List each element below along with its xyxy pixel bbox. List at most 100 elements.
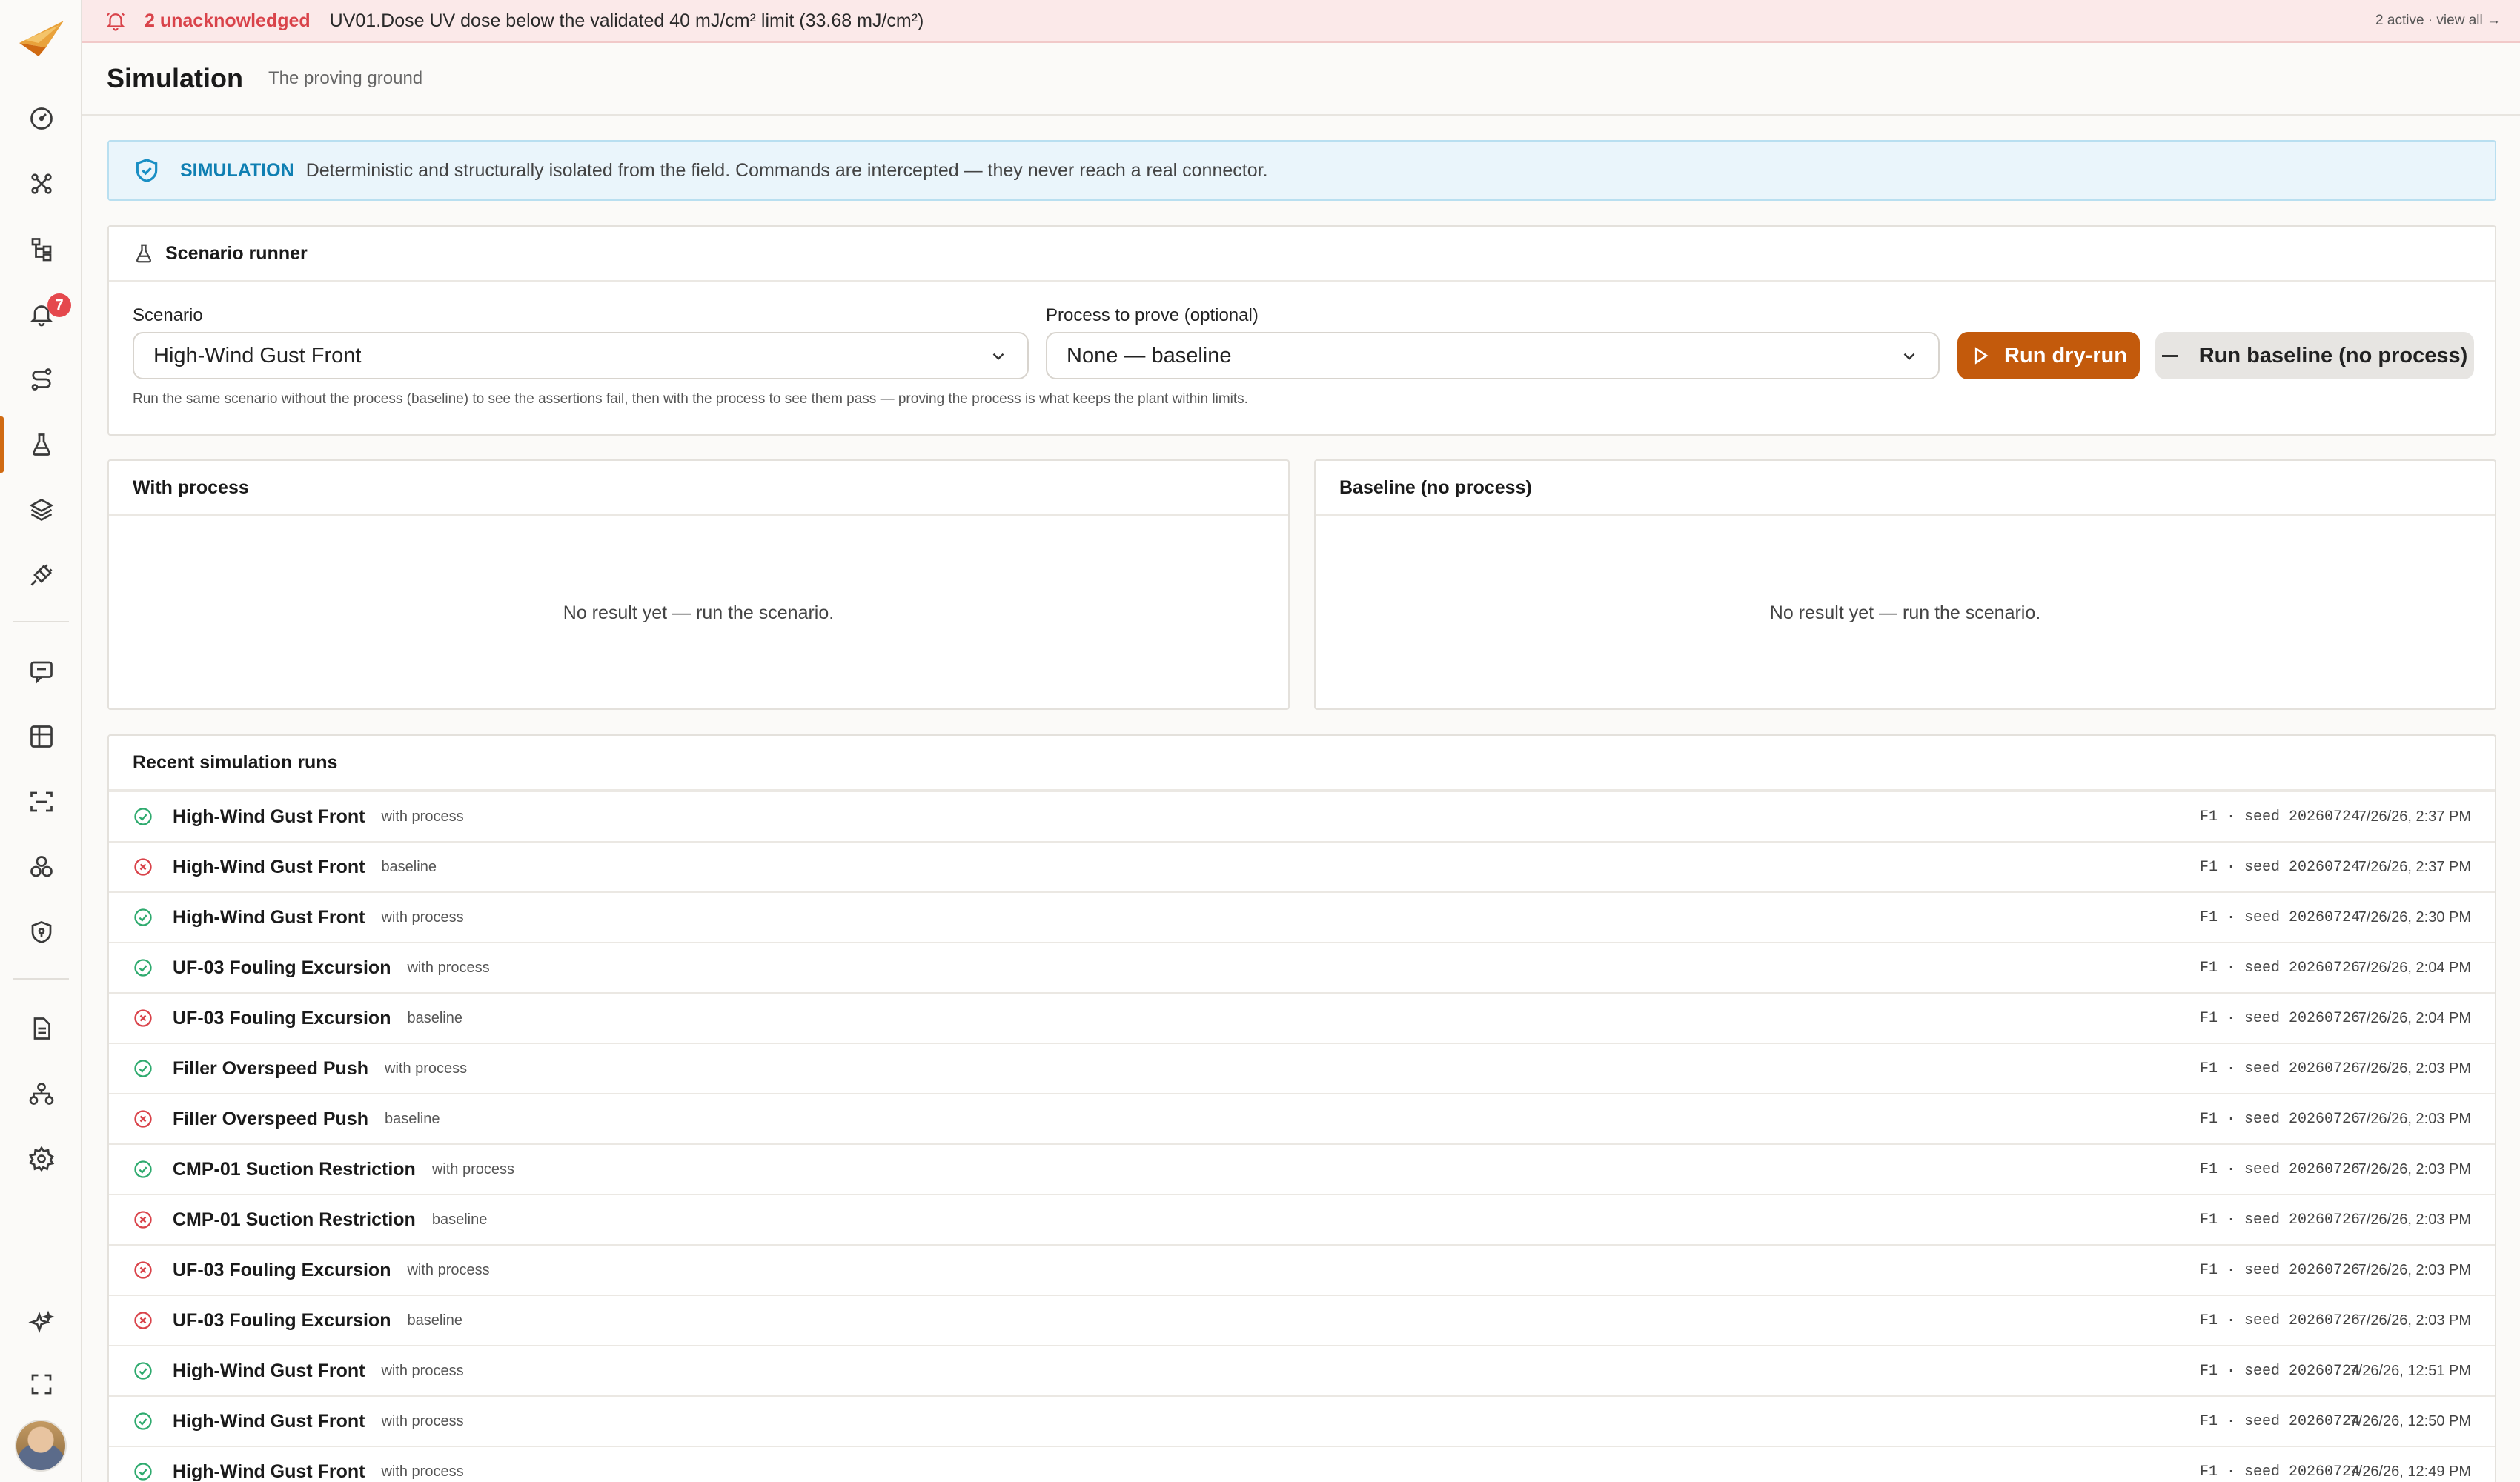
- flask-icon: [32, 433, 50, 456]
- sidebar-item-connectors[interactable]: [0, 544, 82, 606]
- sidebar-divider: [13, 621, 69, 622]
- run-mode: with process: [381, 1412, 464, 1429]
- run-scenario-name: High-Wind Gust Front: [173, 1410, 365, 1432]
- run-scenario-name: High-Wind Gust Front: [173, 1360, 365, 1381]
- route-icon: [31, 368, 51, 391]
- sidebar-item-components[interactable]: [0, 836, 82, 898]
- run-seed: F1 · seed 20260726: [2199, 1312, 2360, 1329]
- sidebar-item-dashboard[interactable]: [0, 87, 82, 150]
- expand-icon: [31, 1374, 51, 1395]
- run-row[interactable]: CMP-01 Suction Restriction with process F1…: [109, 1143, 2495, 1194]
- check-circle-icon: [133, 1461, 153, 1482]
- run-mode: with process: [381, 908, 464, 926]
- baseline-title: Baseline (no process): [1316, 461, 2495, 516]
- gauge-icon: [30, 107, 53, 130]
- run-mode: with process: [381, 808, 464, 825]
- runner-hint: Run the same scenario without the proces…: [133, 391, 1248, 407]
- run-baseline-label: Run baseline (no process): [2198, 343, 2468, 368]
- check-circle-icon: [133, 1411, 153, 1432]
- run-row[interactable]: UF-03 Fouling Excursion baseline F1 · seed…: [109, 992, 2495, 1043]
- sidebar-item-documents[interactable]: [0, 997, 82, 1060]
- run-baseline-button[interactable]: Run baseline (no process): [2155, 332, 2474, 379]
- run-seed: F1 · seed 20260726: [2199, 1009, 2360, 1027]
- run-row[interactable]: High-Wind Gust Front with process F1 · see…: [109, 1345, 2495, 1395]
- banner-text: Deterministic and structurally isolated …: [305, 159, 1268, 181]
- run-timestamp: 7/26/26, 12:49 PM: [2350, 1463, 2471, 1480]
- alarm-bell-icon: [106, 13, 125, 31]
- run-row[interactable]: High-Wind Gust Front with process F1 · see…: [109, 1395, 2495, 1446]
- scenario-runner-card: Scenario runner Scenario High-Wind Gust …: [107, 225, 2496, 436]
- run-row[interactable]: High-Wind Gust Front with process F1 · see…: [109, 791, 2495, 841]
- sidebar-item-security[interactable]: [0, 901, 82, 963]
- view-all-alerts-link[interactable]: 2 active · view all →: [2375, 13, 2501, 29]
- sidebar-item-chat[interactable]: [0, 640, 82, 702]
- run-scenario-name: Filler Overspeed Push: [173, 1057, 368, 1079]
- run-row[interactable]: High-Wind Gust Front baseline F1 · seed 20…: [109, 841, 2495, 891]
- sidebar-item-alarms[interactable]: 7: [0, 283, 82, 345]
- run-timestamp: 7/26/26, 2:04 PM: [2358, 1009, 2471, 1026]
- sidebar-item-topology[interactable]: [0, 153, 82, 215]
- run-seed: F1 · seed 20260726: [2199, 1110, 2360, 1128]
- sidebar-item-routes[interactable]: [0, 348, 82, 411]
- run-timestamp: 7/26/26, 12:51 PM: [2350, 1362, 2471, 1379]
- run-mode: with process: [381, 1463, 464, 1480]
- recent-runs-title: Recent simulation runs: [109, 736, 2495, 791]
- x-circle-icon: [133, 1109, 153, 1129]
- sidebar-item-scan[interactable]: [0, 771, 82, 833]
- run-row[interactable]: High-Wind Gust Front with process F1 · see…: [109, 891, 2495, 942]
- app-logo[interactable]: [16, 18, 67, 59]
- alert-bar[interactable]: 2 unacknowledged UV01.Dose UV dose below…: [82, 0, 2520, 43]
- process-label: Process to prove (optional): [1046, 305, 1259, 325]
- process-select[interactable]: None — baseline: [1046, 332, 1940, 379]
- run-seed: F1 · seed 20260724: [2199, 858, 2360, 876]
- run-timestamp: 7/26/26, 2:04 PM: [2358, 959, 2471, 976]
- x-circle-icon: [133, 857, 153, 877]
- run-mode: with process: [407, 1261, 490, 1278]
- run-seed: F1 · seed 20260726: [2199, 1261, 2360, 1279]
- sidebar-item-settings[interactable]: [0, 1128, 82, 1190]
- run-seed: F1 · seed 20260724: [2199, 1362, 2360, 1380]
- run-timestamp: 7/26/26, 2:37 PM: [2358, 858, 2471, 875]
- run-row[interactable]: Filler Overspeed Push baseline F1 · seed 2…: [109, 1093, 2495, 1143]
- run-seed: F1 · seed 20260724: [2199, 808, 2360, 825]
- run-seed: F1 · seed 20260726: [2199, 959, 2360, 977]
- sidebar-item-process-tree[interactable]: [0, 218, 82, 280]
- run-row[interactable]: UF-03 Fouling Excursion with process F1 · …: [109, 1244, 2495, 1295]
- sidebar-item-layers[interactable]: [0, 479, 82, 541]
- x-circle-icon: [133, 1260, 153, 1280]
- run-row[interactable]: High-Wind Gust Front with process F1 · see…: [109, 1446, 2495, 1482]
- run-mode: baseline: [431, 1211, 488, 1228]
- run-scenario-name: UF-03 Fouling Excursion: [173, 1309, 391, 1331]
- user-avatar[interactable]: [15, 1420, 67, 1472]
- run-dry-run-button[interactable]: Run dry-run: [1957, 332, 2140, 379]
- with-process-title: With process: [109, 461, 1288, 516]
- sidebar-item-simulation[interactable]: [0, 413, 82, 476]
- run-scenario-name: UF-03 Fouling Excursion: [173, 1007, 391, 1029]
- flask-icon: [136, 244, 151, 263]
- sidebar-item-fullscreen[interactable]: [0, 1353, 82, 1415]
- document-icon: [33, 1017, 50, 1040]
- sidebar-divider: [13, 978, 69, 980]
- run-row[interactable]: Filler Overspeed Push with process F1 · se…: [109, 1043, 2495, 1093]
- run-mode: with process: [381, 1362, 464, 1379]
- check-circle-icon: [133, 1159, 153, 1180]
- scenario-select[interactable]: High-Wind Gust Front: [133, 332, 1029, 379]
- check-circle-icon: [133, 957, 153, 978]
- run-mode: baseline: [407, 1009, 462, 1026]
- alert-message: UV01.Dose UV dose below the validated 40…: [329, 10, 924, 31]
- recent-runs-card: Recent simulation runs High-Wind Gust Fr…: [107, 734, 2496, 1482]
- run-seed: F1 · seed 20260726: [2199, 1211, 2360, 1229]
- run-row[interactable]: UF-03 Fouling Excursion with process F1 · …: [109, 942, 2495, 992]
- run-scenario-name: High-Wind Gust Front: [173, 906, 365, 928]
- run-row[interactable]: CMP-01 Suction Restriction baseline F1 · s…: [109, 1194, 2495, 1244]
- chevron-down-icon: [1903, 353, 1915, 360]
- chat-icon: [30, 661, 53, 684]
- layers-icon: [29, 498, 53, 522]
- org-icon: [29, 1083, 53, 1105]
- scenario-label: Scenario: [133, 305, 203, 325]
- sidebar-item-ai[interactable]: [0, 1292, 82, 1355]
- sidebar-item-org[interactable]: [0, 1063, 82, 1125]
- run-row[interactable]: UF-03 Fouling Excursion baseline F1 · seed…: [109, 1295, 2495, 1345]
- run-mode: with process: [385, 1060, 468, 1077]
- sidebar-item-tables[interactable]: [0, 705, 82, 768]
